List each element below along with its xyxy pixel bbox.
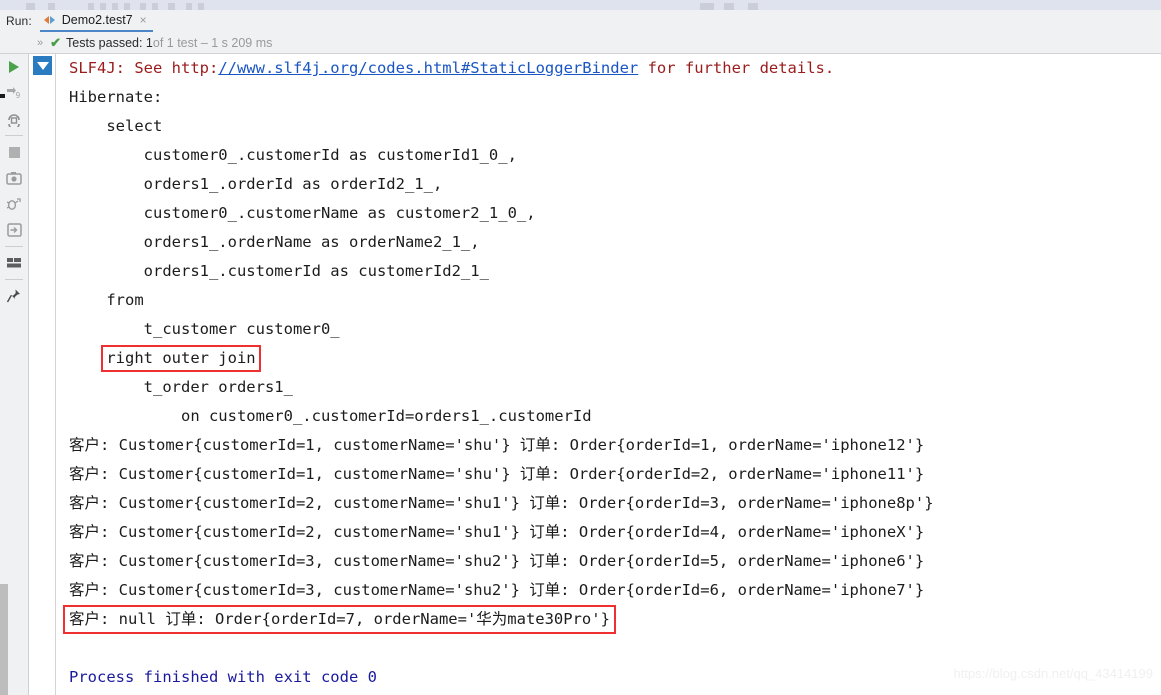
sql-col-1-seg-0: customer0_.customerId as customerId1_0_, <box>69 146 517 164</box>
sql-join-highlighted: right outer join <box>57 344 1161 373</box>
sql-from: from <box>57 286 1161 315</box>
rerun-failed-tests-icon: 9 <box>7 87 21 100</box>
slf4j-line-seg-1[interactable]: //www.slf4j.org/codes.html#StaticLoggerB… <box>218 59 638 77</box>
blank-line-seg-0 <box>69 639 78 657</box>
result-row-3: 客户: Customer{customerId=2, customerName=… <box>57 489 1161 518</box>
sql-on-clause-seg-0: on customer0_.customerId=orders1_.custom… <box>69 407 592 425</box>
layout-grid-icon <box>7 258 21 268</box>
refresh-cycle-icon <box>8 113 20 127</box>
intellij-run-window: Run: Demo2.test7 × » ✔ Tests passed: 1 o… <box>0 0 1161 695</box>
sql-col-3: customer0_.customerName as customer2_1_0… <box>57 199 1161 228</box>
status-gutter-spacer <box>0 32 37 54</box>
console-fold-gutter <box>30 54 56 695</box>
watermark-label: https://blog.csdn.net/qq_43414199 <box>953 666 1154 681</box>
svg-text:9: 9 <box>16 91 21 100</box>
run-configuration-icon <box>43 14 58 26</box>
expand-chevron-icon[interactable]: » <box>37 37 43 49</box>
sql-on-clause: on customer0_.customerId=orders1_.custom… <box>57 402 1161 431</box>
sql-table-customer-seg-0: t_customer customer0_ <box>69 320 340 338</box>
slf4j-line-seg-0: SLF4J: See http: <box>69 59 219 77</box>
sql-col-3-seg-0: customer0_.customerName as customer2_1_0… <box>69 204 536 222</box>
result-row-4: 客户: Customer{customerId=2, customerName=… <box>57 518 1161 547</box>
hibernate-line: Hibernate: <box>57 83 1161 112</box>
blank-line <box>57 634 1161 663</box>
import-arrow-icon <box>6 223 22 237</box>
sql-col-2: orders1_.orderId as orderId2_1_, <box>57 170 1161 199</box>
close-icon[interactable]: × <box>140 14 147 26</box>
sql-col-2-seg-0: orders1_.orderId as orderId2_1_, <box>69 175 443 193</box>
result-row-5-seg-0: 客户: Customer{customerId=3, customerName=… <box>69 552 925 570</box>
result-row-3-seg-0: 客户: Customer{customerId=2, customerName=… <box>69 494 934 512</box>
sql-table-order-seg-0: t_order orders1_ <box>69 378 293 396</box>
run-tool-window-header: Run: Demo2.test7 × <box>0 10 1161 33</box>
slf4j-line-seg-2: for further details. <box>638 59 835 77</box>
stop-square-icon <box>8 146 20 158</box>
result-row-4-seg-0: 客户: Customer{customerId=2, customerName=… <box>69 523 925 541</box>
result-row-6: 客户: Customer{customerId=3, customerName=… <box>57 576 1161 605</box>
run-tab-demo2-test7[interactable]: Demo2.test7 × <box>39 10 153 32</box>
scrollbar-tick <box>0 94 5 98</box>
sql-select-seg-0: select <box>69 117 163 135</box>
result-row-1-seg-0: 客户: Customer{customerId=1, customerName=… <box>69 436 925 454</box>
result-row-2: 客户: Customer{customerId=1, customerName=… <box>57 460 1161 489</box>
sql-from-seg-0: from <box>69 291 144 309</box>
sql-col-5: orders1_.customerId as customerId2_1_ <box>57 257 1161 286</box>
result-row-5: 客户: Customer{customerId=3, customerName=… <box>57 547 1161 576</box>
run-window-label: Run: <box>6 14 32 28</box>
test-status-bar: » ✔ Tests passed: 1 of 1 test – 1 s 209 … <box>0 32 1161 54</box>
result-row-1: 客户: Customer{customerId=1, customerName=… <box>57 431 1161 460</box>
run-tab-label: Demo2.test7 <box>61 13 133 27</box>
tests-duration-label: of 1 test – 1 s 209 ms <box>152 35 273 50</box>
pin-icon <box>6 289 20 303</box>
hibernate-line-seg-0: Hibernate: <box>69 88 172 106</box>
result-row-2-seg-0: 客户: Customer{customerId=1, customerName=… <box>69 465 925 483</box>
sql-col-4-seg-0: orders1_.orderName as orderName2_1_, <box>69 233 480 251</box>
camera-icon <box>6 172 22 185</box>
sql-join-highlighted-seg-1: right outer join <box>101 345 261 372</box>
sql-col-5-seg-0: orders1_.customerId as customerId2_1_ <box>69 262 489 280</box>
console-output-area[interactable]: SLF4J: See http://www.slf4j.org/codes.ht… <box>57 54 1161 695</box>
tests-passed-label: Tests passed: 1 <box>66 35 153 50</box>
result-row-7-highlighted: 客户: null 订单: Order{orderId=7, orderName=… <box>57 605 1161 634</box>
process-finished-line-seg-0: Process finished with exit code 0 <box>69 668 377 686</box>
outer-scrollbar-thumb[interactable] <box>0 584 8 695</box>
sql-select: select <box>57 112 1161 141</box>
result-row-7-highlighted-seg-0: 客户: null 订单: Order{orderId=7, orderName=… <box>63 605 616 634</box>
sql-table-order: t_order orders1_ <box>57 373 1161 402</box>
result-row-6-seg-0: 客户: Customer{customerId=3, customerName=… <box>69 581 925 599</box>
debug-bug-icon <box>6 197 21 210</box>
outer-scrollbar-track[interactable] <box>0 54 8 695</box>
sql-table-customer: t_customer customer0_ <box>57 315 1161 344</box>
sql-col-1: customer0_.customerId as customerId1_0_, <box>57 141 1161 170</box>
slf4j-line: SLF4J: See http://www.slf4j.org/codes.ht… <box>57 54 1161 83</box>
sql-col-4: orders1_.orderName as orderName2_1_, <box>57 228 1161 257</box>
fold-collapse-icon[interactable] <box>33 56 52 75</box>
check-mark-icon: ✔ <box>50 34 62 50</box>
